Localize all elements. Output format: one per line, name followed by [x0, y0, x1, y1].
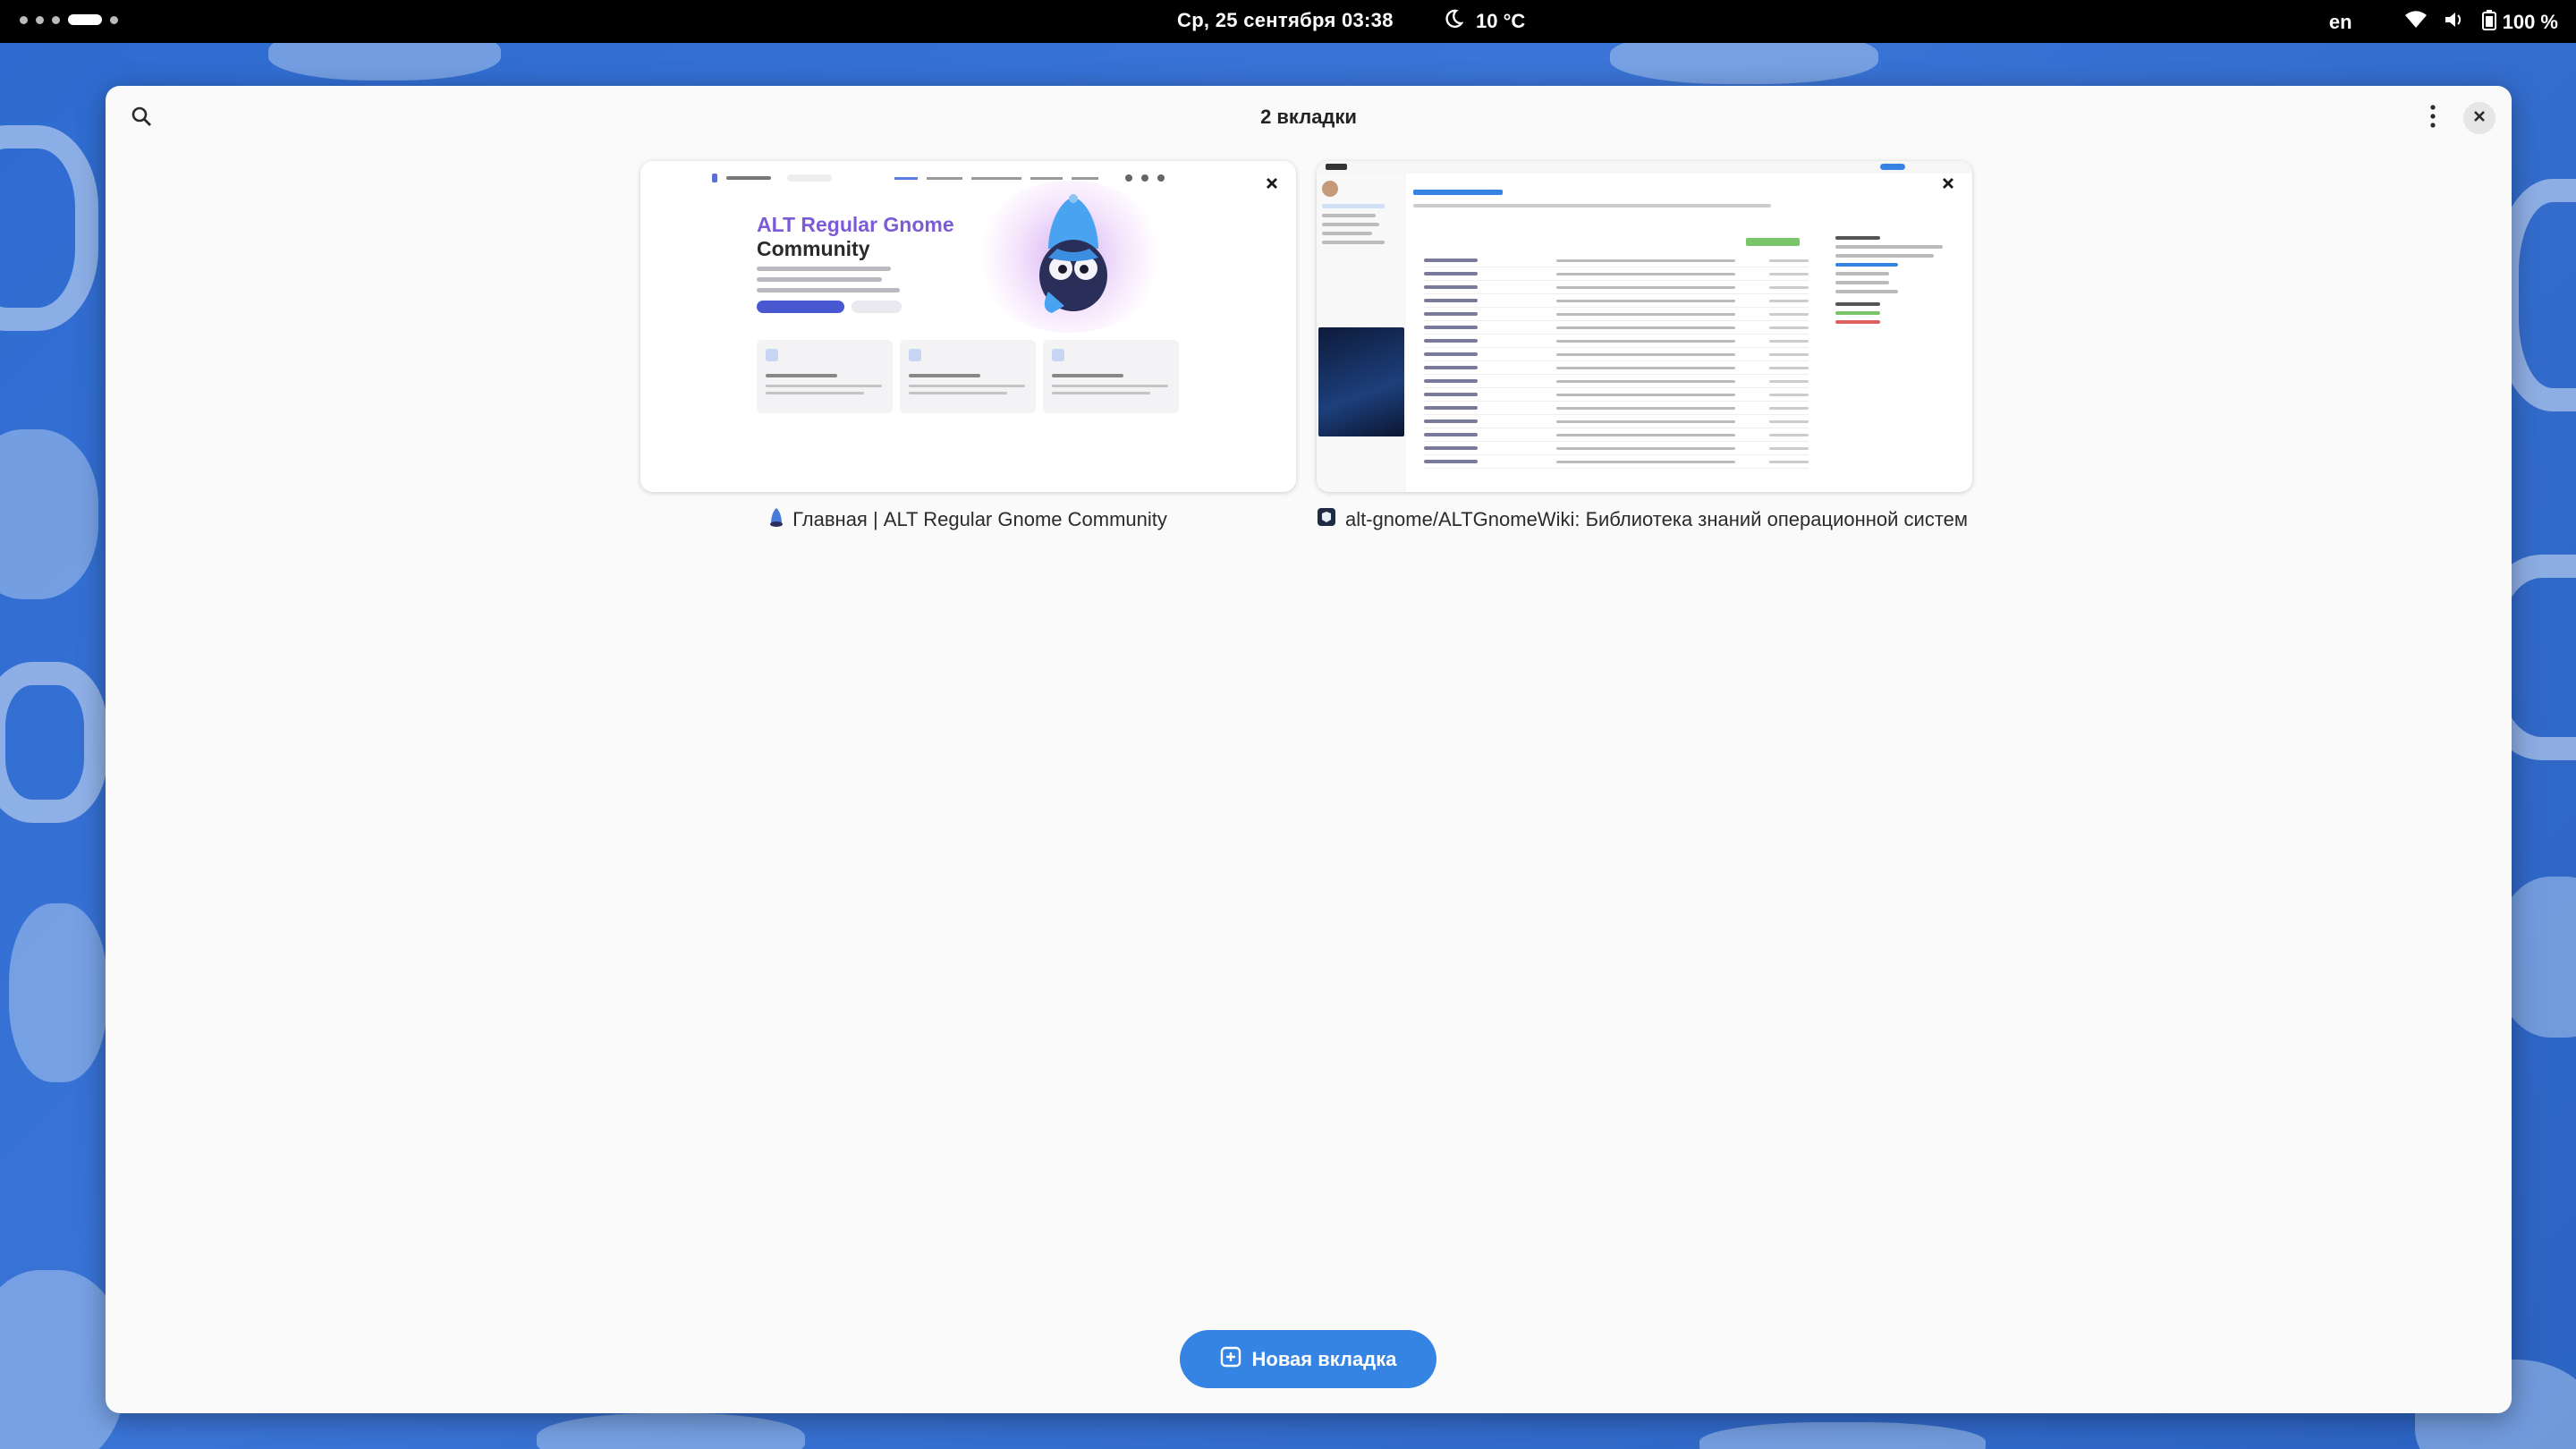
- preview-clone-button: [1746, 238, 1800, 246]
- preview-about-panel: [1835, 236, 1952, 329]
- preview-navbar: [1317, 161, 1972, 174]
- workspace-dot[interactable]: [36, 15, 44, 24]
- preview-body-text: [757, 267, 900, 299]
- preview-repo-name: [1413, 190, 1503, 195]
- workspace-dot[interactable]: [52, 15, 60, 24]
- preview-feature-card: [900, 340, 1036, 413]
- close-icon: [2473, 110, 2486, 127]
- overview-header: 2 вкладки: [106, 86, 2512, 145]
- mascot-image: [1030, 193, 1116, 323]
- top-bar: Ср, 25 сентября 03:38 10 °C en 100 %: [0, 0, 2576, 43]
- battery-percent: 100 %: [2502, 11, 2558, 33]
- preview-file-list: [1424, 254, 1809, 469]
- preview-primary-button: [757, 301, 844, 313]
- new-tab-label: Новая вкладка: [1251, 1347, 1397, 1370]
- workspace-indicator[interactable]: [20, 14, 118, 25]
- tab-title[interactable]: alt-gnome/ALTGnomeWiki: Библиотека знани…: [1317, 506, 1972, 533]
- tab-preview[interactable]: [1317, 161, 1972, 492]
- preview-feature-card: [1043, 340, 1179, 413]
- battery-indicator: 100 %: [2481, 9, 2558, 36]
- wifi-icon: [2404, 10, 2428, 35]
- moon-icon: [1444, 9, 1464, 34]
- weather-indicator[interactable]: 10 °C: [1444, 9, 1525, 34]
- volume-icon: [2444, 10, 2465, 35]
- preview-secondary-button: [852, 301, 902, 313]
- keyboard-layout[interactable]: en: [2329, 11, 2352, 34]
- menu-button[interactable]: [2415, 100, 2451, 136]
- tab-card-1[interactable]: ALT Regular Gnome Community Главная | AL…: [640, 161, 1296, 533]
- close-tab-button[interactable]: [1260, 174, 1284, 197]
- new-tab-button[interactable]: Новая вкладка: [1180, 1330, 1436, 1388]
- tab-title-text: alt-gnome/ALTGnomeWiki: Библиотека знани…: [1345, 508, 1969, 530]
- preview-ad-image: [1318, 327, 1404, 436]
- workspace-active[interactable]: [68, 14, 102, 25]
- preview-feature-card: [757, 340, 893, 413]
- system-tray[interactable]: en 100 %: [2329, 9, 2558, 36]
- preview-heading-line1: ALT Regular Gnome: [757, 213, 954, 236]
- new-tab-icon: [1220, 1346, 1241, 1373]
- overview-title: 2 вкладки: [1260, 106, 1357, 128]
- temperature: 10 °C: [1476, 10, 1526, 32]
- tab-title[interactable]: Главная | ALT Regular Gnome Community: [640, 506, 1296, 533]
- close-overview-button[interactable]: [2463, 102, 2496, 134]
- kebab-menu-icon: [2429, 104, 2436, 132]
- preview-navbar: [712, 172, 1224, 184]
- workspace-dot[interactable]: [20, 15, 28, 24]
- tab-overview-window: 2 вкладки ALT Regular Gnome Community Гл…: [106, 86, 2512, 1413]
- clock[interactable]: Ср, 25 сентября 03:38: [1177, 9, 1394, 32]
- tab-title-text: Главная | ALT Regular Gnome Community: [792, 508, 1167, 530]
- close-icon: [1942, 177, 1954, 194]
- tab-card-2[interactable]: alt-gnome/ALTGnomeWiki: Библиотека знани…: [1317, 161, 1972, 533]
- gitflic-favicon: [1317, 507, 1336, 532]
- close-tab-button[interactable]: [1936, 174, 1960, 197]
- preview-heading-line2: Community: [757, 237, 870, 260]
- battery-icon: [2481, 9, 2497, 36]
- workspace-dot[interactable]: [110, 15, 118, 24]
- alt-gnome-favicon: [769, 507, 784, 532]
- close-icon: [1266, 177, 1278, 194]
- preview-heading: ALT Regular Gnome Community: [757, 213, 954, 261]
- tab-preview[interactable]: ALT Regular Gnome Community: [640, 161, 1296, 492]
